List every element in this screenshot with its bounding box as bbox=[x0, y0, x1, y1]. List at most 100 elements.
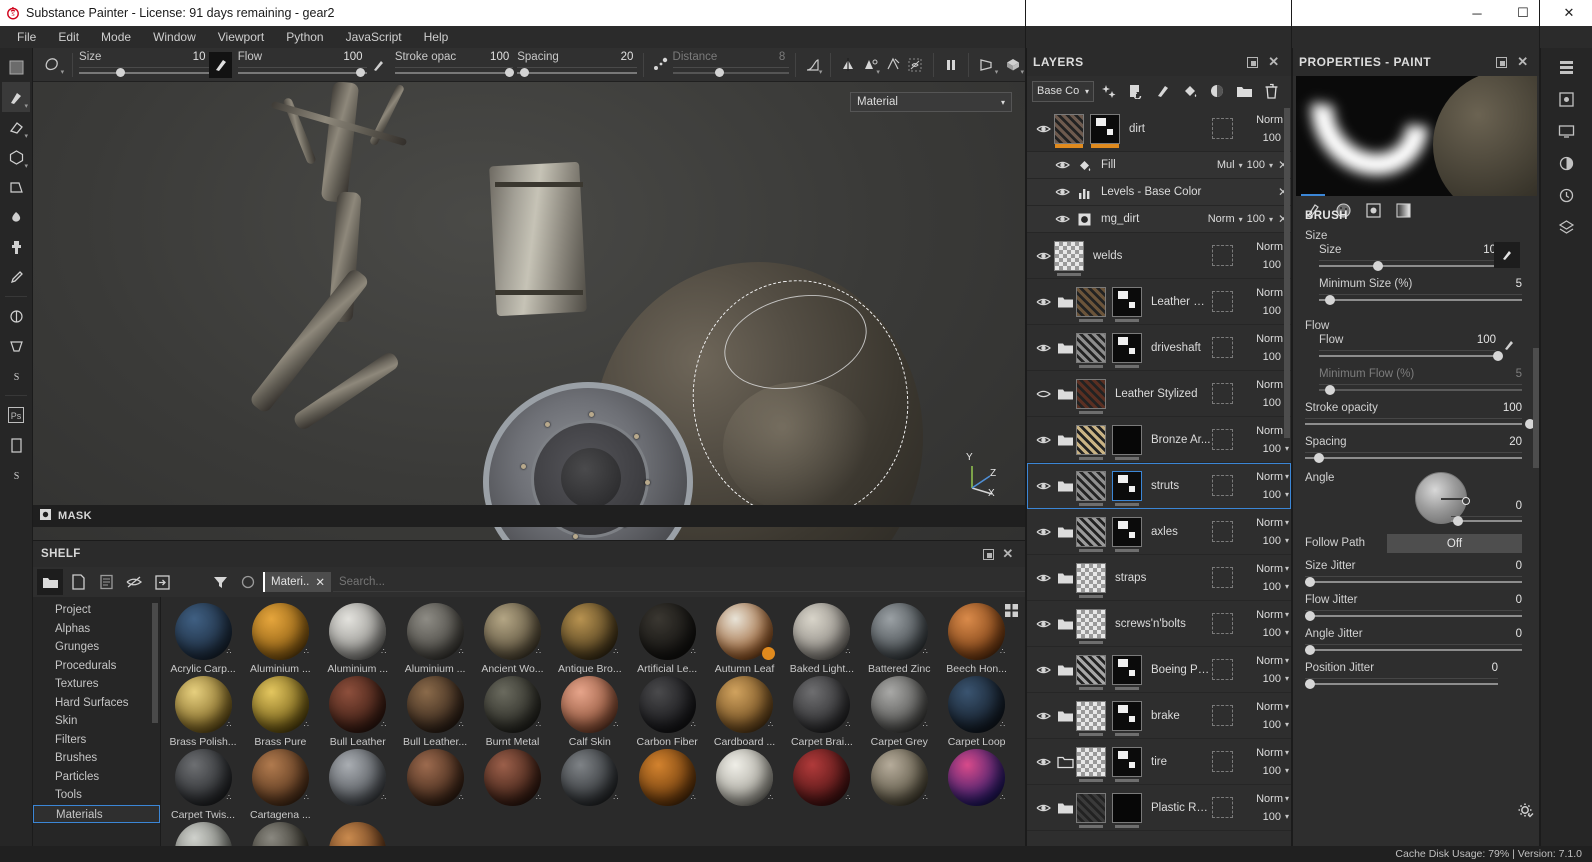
new-file-icon[interactable] bbox=[65, 569, 91, 595]
layer-content-thumbnail[interactable] bbox=[1076, 562, 1106, 598]
layer-content-thumbnail[interactable] bbox=[1076, 792, 1106, 828]
visibility-toggle-icon[interactable] bbox=[1051, 159, 1073, 171]
add-paint-layer-icon[interactable] bbox=[1151, 79, 1175, 103]
menu-item-python[interactable]: Python bbox=[275, 28, 334, 46]
material-tile[interactable]: ∴ Baked Light... bbox=[788, 603, 856, 675]
menu-item-edit[interactable]: Edit bbox=[47, 28, 90, 46]
layer-content-thumbnail[interactable] bbox=[1076, 378, 1106, 414]
tool-substance[interactable]: S bbox=[2, 361, 30, 391]
layer-opacity[interactable]: 100 bbox=[1263, 627, 1281, 639]
layer-opacity[interactable]: 100 bbox=[1263, 765, 1281, 777]
tool-material-swatch[interactable] bbox=[2, 52, 30, 82]
blend-mode[interactable]: Norm bbox=[1256, 563, 1283, 575]
material-tile[interactable]: ∴ Carpet Twis... bbox=[169, 749, 237, 821]
texture-set-list-icon[interactable] bbox=[1552, 52, 1582, 82]
chip-close-icon[interactable]: ✕ bbox=[315, 575, 325, 589]
float-panel-icon[interactable] bbox=[978, 548, 998, 560]
shelf-category-particles[interactable]: Particles bbox=[33, 768, 160, 787]
material-tile[interactable]: ∴ bbox=[478, 749, 546, 821]
add-mask-placeholder[interactable] bbox=[1212, 291, 1233, 312]
layer-content-thumbnail[interactable] bbox=[1076, 746, 1106, 782]
layer-opacity[interactable]: 100 bbox=[1263, 489, 1281, 501]
material-tile[interactable]: ∴ Artificial Le... bbox=[633, 603, 701, 675]
layer-effect-row[interactable]: Levels - Base Color ✕ bbox=[1027, 179, 1291, 206]
layer-mask-thumbnail[interactable] bbox=[1112, 700, 1142, 736]
folder-icon[interactable] bbox=[1054, 387, 1076, 401]
menu-item-help[interactable]: Help bbox=[413, 28, 460, 46]
add-mask-placeholder[interactable] bbox=[1212, 797, 1233, 818]
folder-icon[interactable] bbox=[1054, 571, 1076, 585]
layer-content-thumbnail[interactable] bbox=[1054, 240, 1084, 276]
layer-opacity[interactable]: 100 bbox=[1263, 305, 1281, 317]
blend-mode[interactable]: Norm bbox=[1256, 655, 1283, 667]
visibility-toggle-icon[interactable] bbox=[1032, 250, 1054, 262]
layer-mask-thumbnail[interactable] bbox=[1112, 654, 1142, 690]
shelf-category-materials[interactable]: Materials bbox=[33, 804, 160, 823]
folder-icon[interactable] bbox=[1054, 479, 1076, 493]
blend-mode[interactable]: Mul bbox=[1217, 159, 1235, 171]
shelf-category-hard-surfaces[interactable]: Hard Surfaces bbox=[33, 694, 160, 713]
tool-particle[interactable] bbox=[2, 301, 30, 331]
blend-mode[interactable]: Norm bbox=[1256, 287, 1283, 299]
blend-mode[interactable]: Norm bbox=[1256, 379, 1283, 391]
layer-mask-thumbnail[interactable] bbox=[1112, 516, 1142, 552]
display-settings-icon[interactable] bbox=[1552, 116, 1582, 146]
shelf-category-procedurals[interactable]: Procedurals bbox=[33, 657, 160, 676]
layer-opacity[interactable]: 100 bbox=[1263, 397, 1281, 409]
layer-mask-thumbnail[interactable] bbox=[1112, 746, 1142, 782]
prop-spacing-slider[interactable]: Spacing 20 bbox=[1305, 436, 1532, 470]
shelf-category-skin[interactable]: Skin bbox=[33, 712, 160, 731]
blend-mode[interactable]: Norm bbox=[1256, 517, 1283, 529]
material-tile[interactable]: ∴ Aluminium ... bbox=[401, 603, 469, 675]
layer-content-thumbnail[interactable] bbox=[1076, 332, 1106, 368]
material-tile[interactable]: ∴ Antique Bro... bbox=[556, 603, 624, 675]
layer-folder-row[interactable]: Bronze Ar... Norm▾100▾ bbox=[1027, 417, 1291, 463]
visibility-toggle-icon[interactable] bbox=[1032, 296, 1054, 308]
falloff-icon[interactable]: ▾ bbox=[802, 52, 824, 78]
prop-angle-jitter-slider[interactable]: Angle Jitter 0 bbox=[1305, 628, 1532, 662]
add-mask-placeholder[interactable] bbox=[1212, 337, 1233, 358]
blend-mode[interactable]: Norm bbox=[1208, 213, 1235, 225]
close-icon[interactable]: ✕ bbox=[1263, 54, 1285, 70]
layer-mask-thumbnail[interactable] bbox=[1112, 470, 1142, 506]
menu-item-file[interactable]: File bbox=[6, 28, 47, 46]
flow-pen-pressure-toggle[interactable] bbox=[1502, 338, 1516, 355]
layer-row[interactable]: welds Norm▾100▾ bbox=[1027, 233, 1291, 279]
material-tile[interactable]: ∴ Beech Hon... bbox=[943, 603, 1011, 675]
tool-smudge[interactable] bbox=[2, 202, 30, 232]
layer-opacity[interactable]: 100 bbox=[1263, 132, 1281, 144]
layer-content-thumbnail[interactable] bbox=[1076, 424, 1106, 460]
material-tile[interactable]: ∴ bbox=[943, 749, 1011, 821]
menu-item-mode[interactable]: Mode bbox=[90, 28, 142, 46]
shelf-category-project[interactable]: Project bbox=[33, 601, 160, 620]
folder-icon[interactable] bbox=[1054, 341, 1076, 355]
layer-opacity[interactable]: 100 bbox=[1263, 535, 1281, 547]
toolbar-spacing-slider[interactable]: Spacing 20 bbox=[517, 50, 638, 80]
add-mask-placeholder[interactable] bbox=[1212, 383, 1233, 404]
close-button[interactable]: ✕ bbox=[1546, 0, 1592, 26]
add-effect-icon[interactable] bbox=[1097, 79, 1121, 103]
add-folder-icon[interactable] bbox=[1232, 79, 1256, 103]
channel-selector[interactable]: Base Co ▾ bbox=[1032, 80, 1094, 102]
layer-folder-row[interactable]: tire Norm ▾ 100 ▾ bbox=[1027, 739, 1291, 785]
menu-item-javascript[interactable]: JavaScript bbox=[335, 28, 413, 46]
add-mask-placeholder[interactable] bbox=[1212, 751, 1233, 772]
add-mask-placeholder[interactable] bbox=[1212, 118, 1233, 139]
layer-content-thumbnail[interactable] bbox=[1076, 516, 1106, 552]
prop-stroke-opacity-slider[interactable]: Stroke opacity 100 bbox=[1305, 402, 1536, 436]
menu-item-window[interactable]: Window bbox=[142, 28, 207, 46]
add-fill-layer-icon[interactable] bbox=[1178, 79, 1202, 103]
delete-icon[interactable] bbox=[1259, 79, 1283, 103]
layer-opacity[interactable]: 100 bbox=[1263, 811, 1281, 823]
add-mask-placeholder[interactable] bbox=[1212, 613, 1233, 634]
prop-follow-path[interactable]: Follow Path Off bbox=[1305, 534, 1532, 558]
material-tile[interactable]: ∴ bbox=[324, 749, 392, 821]
size-pen-pressure-toggle[interactable] bbox=[209, 51, 232, 78]
material-tile[interactable]: ∴ Acrylic Carp... bbox=[169, 603, 237, 675]
add-mask-placeholder[interactable] bbox=[1212, 521, 1233, 542]
visibility-toggle-icon[interactable] bbox=[1032, 526, 1054, 538]
layer-row[interactable]: dirt Norm▾100▾ bbox=[1027, 106, 1291, 152]
layer-mask-thumbnail[interactable] bbox=[1112, 424, 1142, 460]
prop-position-jitter-slider[interactable]: Position Jitter 0 bbox=[1305, 662, 1508, 696]
material-tile[interactable]: ∴ Calf Skin bbox=[556, 676, 624, 748]
